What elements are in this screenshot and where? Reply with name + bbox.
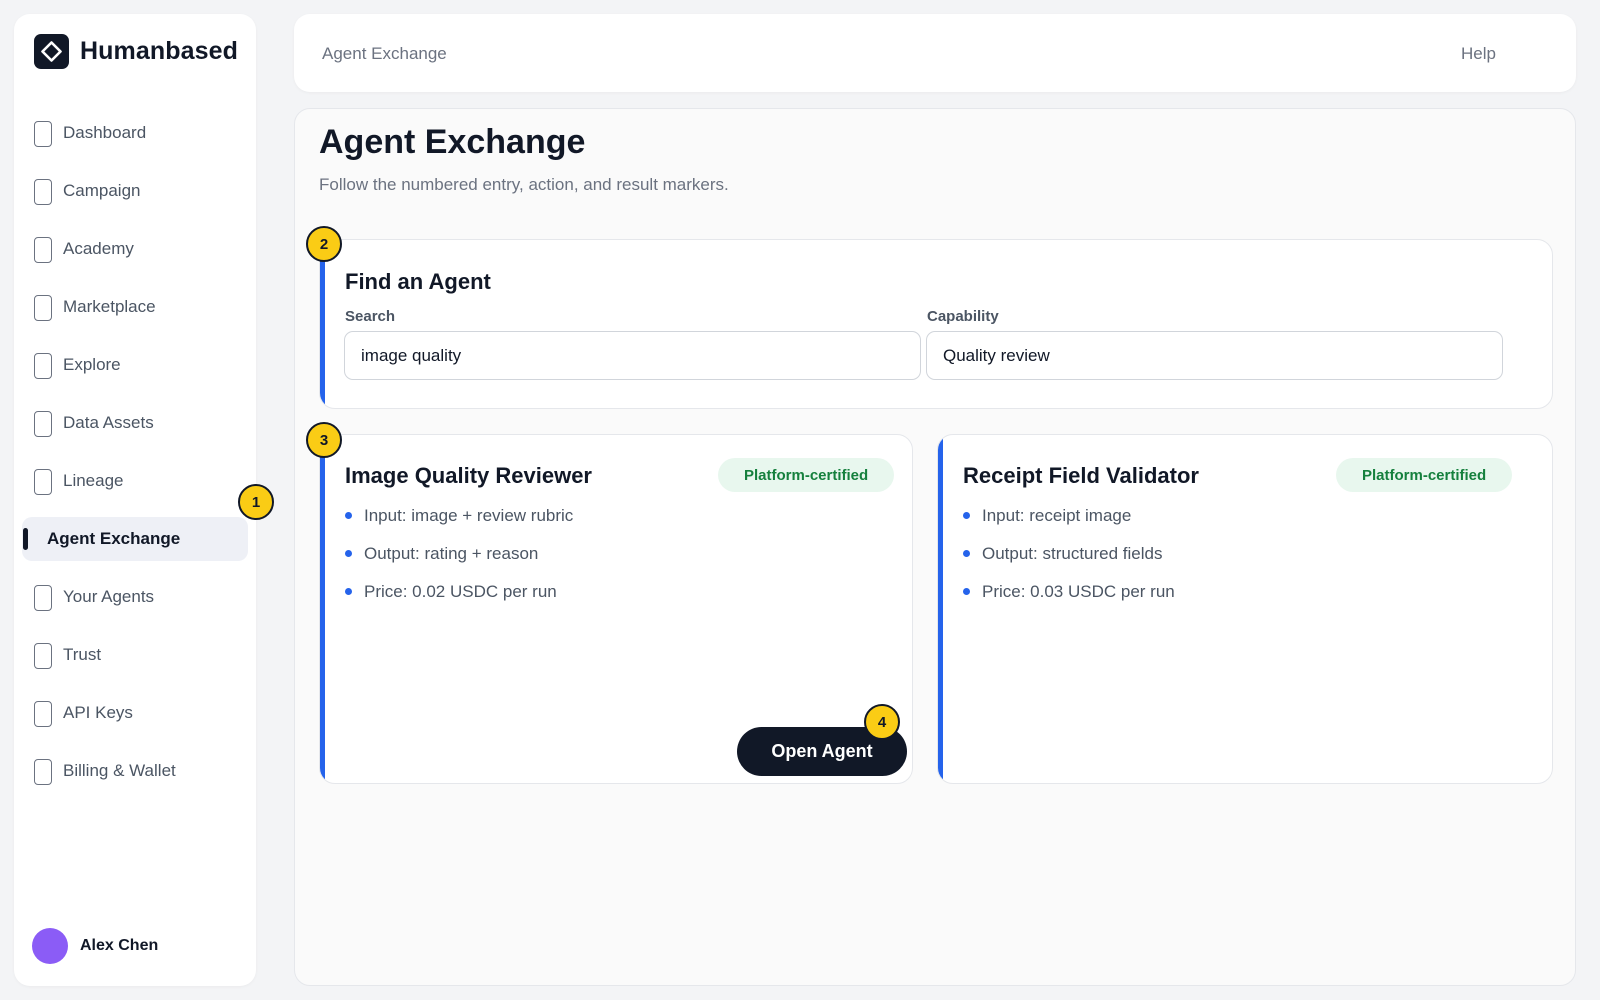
sidebar-item-explore[interactable]: Explore xyxy=(22,343,248,387)
sidebar-item-billing-wallet[interactable]: Billing & Wallet xyxy=(22,749,248,793)
main-panel: Agent Exchange Follow the numbered entry… xyxy=(294,108,1576,986)
certified-badge: Platform-certified xyxy=(718,458,895,492)
sidebar-item-academy[interactable]: Academy xyxy=(22,227,248,271)
page-subtitle: Follow the numbered entry, action, and r… xyxy=(319,175,729,194)
spec-price: Price: 0.03 USDC per run xyxy=(963,581,1175,619)
user-name: Alex Chen xyxy=(80,937,159,954)
agent-card-receipt-field-validator[interactable]: Receipt Field Validator Platform-certifi… xyxy=(937,434,1553,784)
help-link[interactable]: Help xyxy=(1461,44,1496,64)
sidebar-item-your-agents[interactable]: Your Agents xyxy=(22,575,248,619)
sidebar-item-label: Your Agents xyxy=(63,587,155,606)
agent-card-image-quality-reviewer[interactable]: Image Quality Reviewer Platform-certifie… xyxy=(319,434,913,784)
brand-logo-icon xyxy=(34,34,69,69)
step-marker-4: 4 xyxy=(864,704,900,740)
step-marker-2: 2 xyxy=(306,226,342,262)
page-icon xyxy=(34,643,52,669)
sidebar-item-data-assets[interactable]: Data Assets xyxy=(22,401,248,445)
sidebar-nav: Dashboard Campaign Academy Marketplace E… xyxy=(22,111,248,807)
page-icon xyxy=(34,585,52,611)
active-indicator xyxy=(23,528,28,550)
card-accent-bar xyxy=(938,435,943,783)
page-icon xyxy=(34,179,52,205)
spec-output: Output: rating + reason xyxy=(345,543,573,581)
sidebar-item-label: Agent Exchange xyxy=(47,529,181,548)
capability-label: Capability xyxy=(927,308,999,325)
sidebar-item-label: Marketplace xyxy=(63,297,156,316)
step-marker-1: 1 xyxy=(238,484,274,520)
sidebar-item-label: Dashboard xyxy=(63,123,147,142)
find-agent-title: Find an Agent xyxy=(345,269,491,294)
search-label: Search xyxy=(345,308,396,325)
spec-output: Output: structured fields xyxy=(963,543,1175,581)
certified-badge: Platform-certified xyxy=(1336,458,1513,492)
page-icon xyxy=(34,469,52,495)
sidebar-item-campaign[interactable]: Campaign xyxy=(22,169,248,213)
sidebar-item-label: Explore xyxy=(63,355,121,374)
card-accent-bar xyxy=(320,435,325,783)
sidebar-item-label: Trust xyxy=(63,645,102,664)
sidebar-item-agent-exchange[interactable]: Agent Exchange xyxy=(22,517,248,561)
page-title: Agent Exchange xyxy=(319,123,586,161)
agent-spec-list: Input: receipt image Output: structured … xyxy=(963,505,1175,619)
sidebar-item-lineage[interactable]: Lineage xyxy=(22,459,248,503)
card-accent-bar xyxy=(320,240,325,408)
brand[interactable]: Humanbased xyxy=(34,34,238,69)
agent-name: Image Quality Reviewer xyxy=(345,463,592,488)
sidebar-item-api-keys[interactable]: API Keys xyxy=(22,691,248,735)
capability-input[interactable] xyxy=(926,331,1503,380)
find-agent-card: Find an Agent Search Capability xyxy=(319,239,1553,409)
breadcrumb: Agent Exchange xyxy=(322,44,447,63)
spec-input: Input: image + review rubric xyxy=(345,505,573,543)
brand-name: Humanbased xyxy=(80,37,238,65)
sidebar-item-label: Lineage xyxy=(63,471,124,490)
app-root: Humanbased Dashboard Campaign Academy Ma… xyxy=(0,0,1600,1000)
sidebar-item-label: API Keys xyxy=(63,703,133,722)
avatar xyxy=(32,928,68,964)
topbar: Agent Exchange Help xyxy=(294,14,1576,92)
page-icon xyxy=(34,121,52,147)
page-icon xyxy=(34,411,52,437)
sidebar-item-dashboard[interactable]: Dashboard xyxy=(22,111,248,155)
sidebar-item-marketplace[interactable]: Marketplace xyxy=(22,285,248,329)
spec-price: Price: 0.02 USDC per run xyxy=(345,581,573,619)
page-icon xyxy=(34,237,52,263)
search-input[interactable] xyxy=(344,331,921,380)
agent-spec-list: Input: image + review rubric Output: rat… xyxy=(345,505,573,619)
sidebar-item-label: Billing & Wallet xyxy=(63,761,176,780)
page-icon xyxy=(34,701,52,727)
sidebar: Humanbased Dashboard Campaign Academy Ma… xyxy=(14,14,256,986)
sidebar-item-label: Data Assets xyxy=(63,413,154,432)
step-marker-3: 3 xyxy=(306,422,342,458)
agent-name: Receipt Field Validator xyxy=(963,463,1199,488)
spec-input: Input: receipt image xyxy=(963,505,1175,543)
sidebar-item-label: Campaign xyxy=(63,181,141,200)
page-icon xyxy=(34,295,52,321)
user-profile[interactable]: Alex Chen xyxy=(32,928,158,964)
page-icon xyxy=(34,759,52,785)
sidebar-item-trust[interactable]: Trust xyxy=(22,633,248,677)
page-icon xyxy=(34,353,52,379)
sidebar-item-label: Academy xyxy=(63,239,134,258)
